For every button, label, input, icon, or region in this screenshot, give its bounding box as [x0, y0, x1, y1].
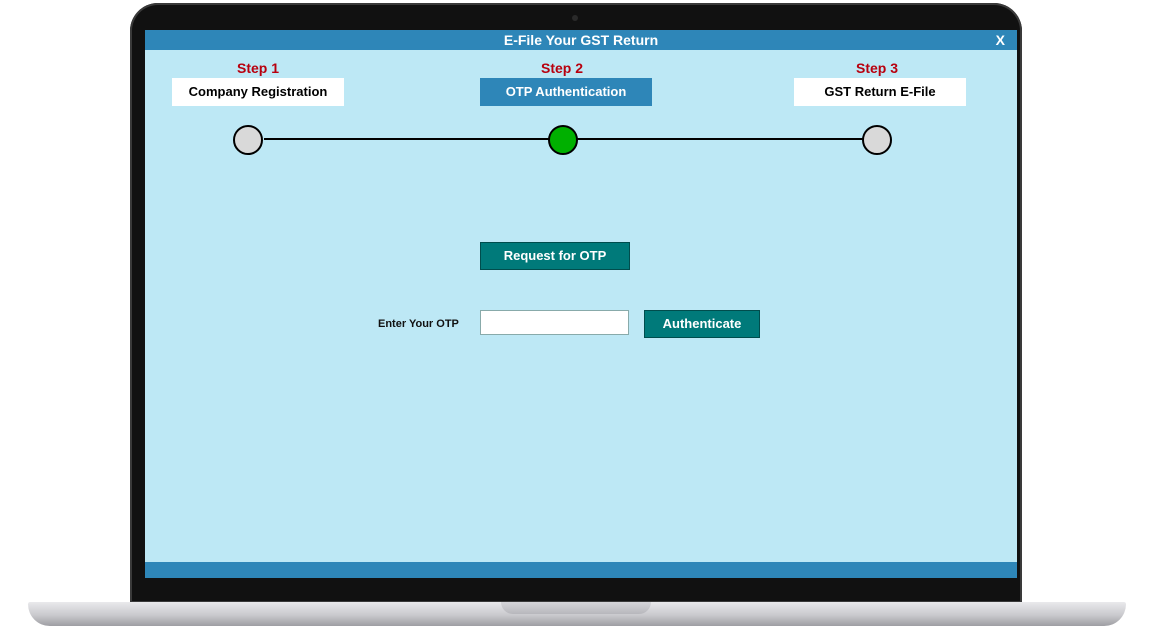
otp-input[interactable]: [480, 310, 629, 335]
laptop-base-notch: [501, 602, 651, 614]
window-title: E-File Your GST Return: [503, 32, 659, 48]
step-3-node: [862, 125, 892, 155]
gst-efile-window: E-File Your GST Return X Step 1 Company …: [145, 30, 1017, 578]
step-2-label: Step 2: [540, 60, 583, 76]
step-3-label: Step 3: [855, 60, 898, 76]
step-1-label: Step 1: [236, 60, 279, 76]
authenticate-button[interactable]: Authenticate: [644, 310, 760, 338]
step-2-node-active: [548, 125, 578, 155]
request-otp-button[interactable]: Request for OTP: [480, 242, 630, 270]
step-1-company-registration[interactable]: Company Registration: [172, 78, 344, 106]
webcam: [572, 15, 578, 21]
step-2-otp-authentication[interactable]: OTP Authentication: [480, 78, 652, 106]
otp-field-label: Enter Your OTP: [378, 318, 459, 330]
bottom-bar: [145, 562, 1017, 578]
title-bar: E-File Your GST Return X: [145, 30, 1017, 50]
step-3-gst-return-efile[interactable]: GST Return E-File: [794, 78, 966, 106]
close-button[interactable]: X: [996, 30, 1005, 50]
step-1-node: [233, 125, 263, 155]
